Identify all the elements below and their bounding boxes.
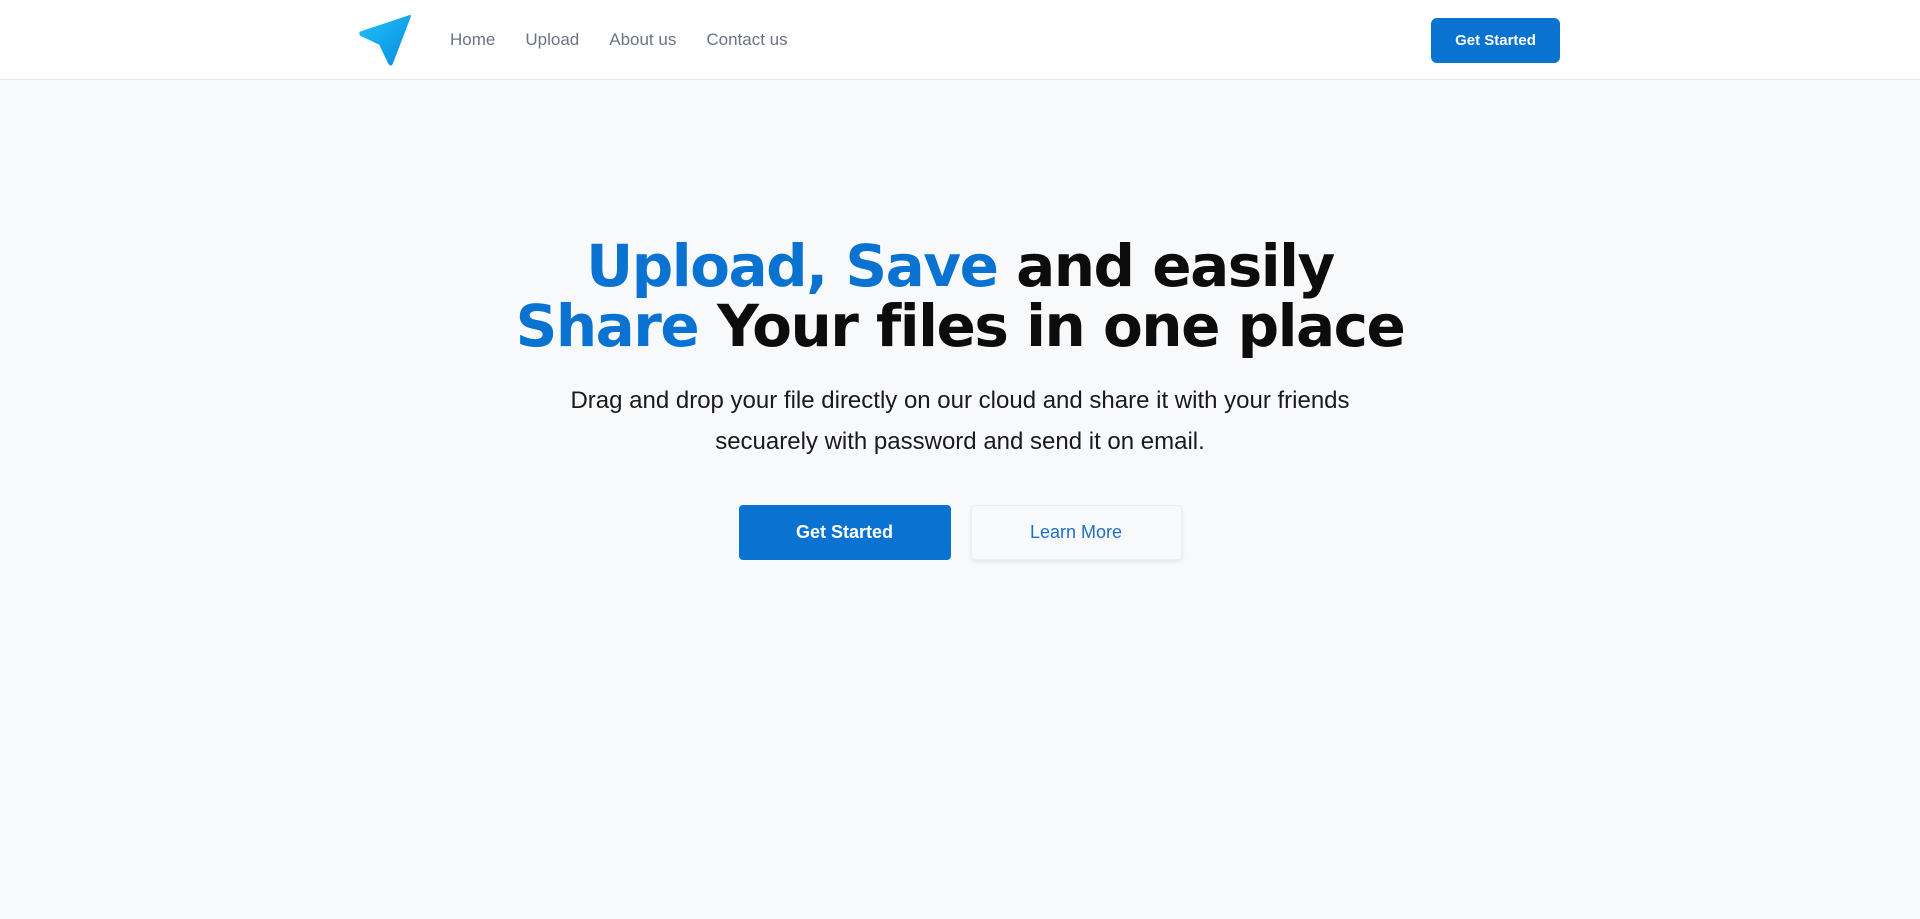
site-header: Home Upload About us Contact us Get Star… — [0, 0, 1920, 80]
nav-link-about[interactable]: About us — [609, 30, 676, 50]
paper-plane-icon[interactable] — [358, 13, 412, 67]
nav-link-home[interactable]: Home — [450, 30, 495, 50]
hero-title-accent-1: Upload, Save — [586, 232, 999, 300]
nav-link-upload[interactable]: Upload — [525, 30, 579, 50]
hero-subtitle: Drag and drop your file directly on our … — [570, 387, 1350, 455]
learn-more-button[interactable]: Learn More — [970, 505, 1182, 560]
get-started-button[interactable]: Get Started — [738, 505, 951, 560]
nav-link-contact[interactable]: Contact us — [706, 30, 787, 50]
hero-actions: Get Started Learn More — [0, 505, 1920, 560]
hero-title: Upload, Save and easily Share Your files… — [0, 236, 1920, 356]
hero-title-text-1: and easily — [997, 232, 1335, 300]
main-nav: Home Upload About us Contact us — [450, 0, 788, 80]
header-get-started-button[interactable]: Get Started — [1431, 18, 1560, 63]
hero-title-text-2: Your files in one place — [698, 292, 1406, 360]
hero-title-accent-2: Share — [515, 292, 700, 360]
hero-section: Upload, Save and easily Share Your files… — [0, 236, 1920, 560]
